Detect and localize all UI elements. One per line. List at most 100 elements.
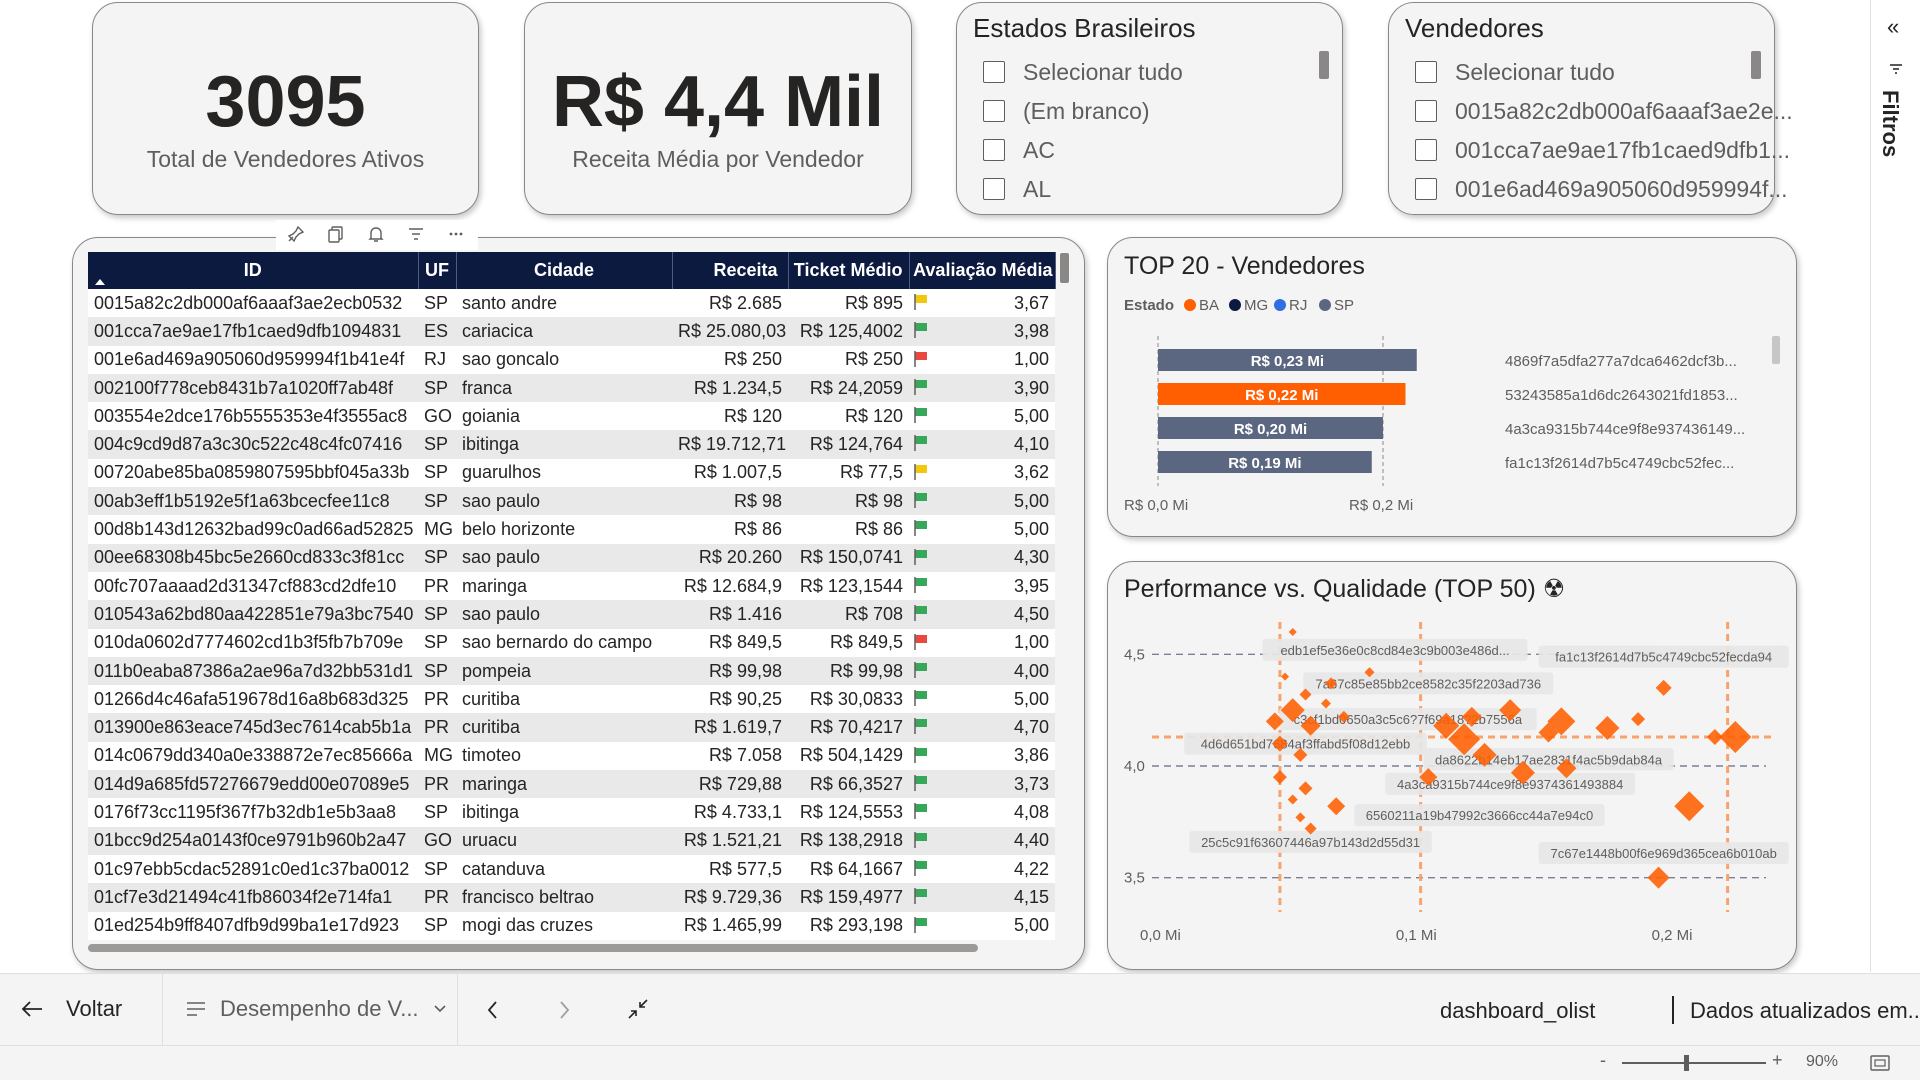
checkbox[interactable] <box>1415 61 1437 83</box>
cell-uf: MG <box>418 741 456 771</box>
column-header-avaliacao-media[interactable]: Avaliação Média <box>909 252 1056 289</box>
table-horizontal-scrollbar[interactable] <box>88 944 978 952</box>
table-row[interactable]: 004c9cd9d87a3c30c522c48c4fc07416 SP ibitin… <box>88 430 1055 459</box>
bell-icon[interactable] <box>356 220 396 248</box>
cell-avaliacao: 4,00 <box>909 656 1055 686</box>
slicer-scrollbar[interactable] <box>1319 51 1329 79</box>
chevron-right-icon[interactable] <box>556 1000 572 1020</box>
cell-receita: R$ 7.058 <box>672 741 788 771</box>
filter-icon[interactable] <box>396 220 436 248</box>
cell-id: 01266d4c46afa519678d16a8b683d325 <box>88 685 418 714</box>
zoom-out-button[interactable]: - <box>1600 1050 1606 1071</box>
avaliacao-value: 3,98 <box>1013 320 1049 341</box>
chevron-left-icon[interactable] <box>485 1000 501 1020</box>
legend-marker <box>1184 299 1196 311</box>
checkbox[interactable] <box>983 178 1005 200</box>
more-options-icon[interactable] <box>436 220 476 248</box>
column-header-cidade[interactable]: Cidade <box>456 252 673 289</box>
table-row[interactable]: 0176f73cc1195f367f7b32db1e5b3aa8 SP ibitin… <box>88 798 1055 827</box>
data-updated-label[interactable]: Dados atualizados em... <box>1690 998 1920 1024</box>
page-selector[interactable]: Desempenho de V... <box>186 984 447 1034</box>
slicer-option[interactable]: 0015a82c2db000af6aaaf3ae2e... <box>1415 96 1793 126</box>
table-row[interactable]: 002100f778ceb8431b7a1020ff7ab48f SP franca… <box>88 373 1055 403</box>
checkbox[interactable] <box>1415 139 1437 161</box>
table-row[interactable]: 01266d4c46afa519678d16a8b683d325 PR curiti… <box>88 685 1055 714</box>
table-row[interactable]: 003554e2dce176b5555353e4f3555ac8 GO goiani… <box>88 402 1055 431</box>
category-label: 4869f7a5dfa277a7dca6462dcf3b... <box>1505 353 1737 370</box>
fit-to-page-icon[interactable] <box>1870 1054 1890 1072</box>
zoom-slider-thumb[interactable] <box>1684 1055 1689 1071</box>
avaliacao-value: 3,86 <box>1013 745 1049 766</box>
slicer-option[interactable]: 001cca7ae9ae17fb1caed9dfb1... <box>1415 135 1790 165</box>
table-row[interactable]: 00ab3eff1b5192e5f1a63bcecfee11c8 SP sao pa… <box>88 487 1055 516</box>
table-row[interactable]: 01bcc9d254a0143f0ce9791b960b2a47 GO uruacu… <box>88 826 1055 855</box>
x-tick-label: 0,0 Mi <box>1140 927 1181 944</box>
slicer-vendedores: Vendedores Selecionar tudo 0015a82c2db00… <box>1388 2 1793 215</box>
filters-label[interactable]: Filtros <box>1877 90 1903 157</box>
slicer-option-select-all[interactable]: Selecionar tudo <box>1415 57 1615 87</box>
slicer-option-select-all[interactable]: Selecionar tudo <box>983 57 1183 87</box>
filters-pane[interactable]: « Filtros <box>1870 0 1920 972</box>
top20-chart-card: TOP 20 - Vendedores Estado BA MG RJ SP R$ 0,0… <box>1107 237 1797 537</box>
table-row[interactable]: 01c97ebb5cdac52891c0ed1c37ba0012 SP catand… <box>88 854 1055 884</box>
table-row[interactable]: 00fc707aaaad2d31347cf883cd2dfe10 PR maring… <box>88 571 1055 601</box>
bottom-navigation-bar: Voltar Desempenho de V... dashboard_olis… <box>0 973 1920 1046</box>
slicer-scrollbar[interactable] <box>1751 51 1761 79</box>
zoom-level[interactable]: 90% <box>1806 1053 1838 1071</box>
collapse-icon[interactable]: « <box>1887 14 1899 40</box>
scatter-plot[interactable]: 3,5 4,0 4,5 0,0 Mi 0,1 Mi 0,2 Mi edb1ef5e36e0c… <box>1108 562 1798 971</box>
table-row[interactable]: 011b0eaba87386a2ae96a7d32bb531d1 SP pompei… <box>88 656 1055 686</box>
table-row[interactable]: 01cf7e3d21494c41fb86034f2e714fa1 PR franci… <box>88 883 1055 912</box>
slicer-option[interactable]: AC <box>983 135 1055 165</box>
slicer-option[interactable]: (Em branco) <box>983 96 1150 126</box>
zoom-slider[interactable] <box>1622 1055 1766 1071</box>
table-row[interactable]: 014d9a685fd57276679edd00e07089e5 PR maring… <box>88 770 1055 799</box>
flag-icon <box>914 492 927 509</box>
table-row[interactable]: 010543a62bd80aa422851e79a3bc7540 SP sao pa… <box>88 600 1055 629</box>
back-button[interactable]: Voltar <box>20 984 122 1034</box>
table-row[interactable]: 00d8b143d12632bad99c0ad66ad52825 MG belo h… <box>88 515 1055 544</box>
cell-id: 002100f778ceb8431b7a1020ff7ab48f <box>88 373 418 403</box>
cell-cidade: ibitinga <box>456 430 672 459</box>
annotation-label: 7c67e1448b00f6e969d365cea6b010ab <box>1551 846 1777 861</box>
table-row[interactable]: 013900e863eace745d3ec7614cab5b1a PR curiti… <box>88 713 1055 742</box>
cell-receita: R$ 1.521,21 <box>672 826 788 855</box>
cell-cidade: franca <box>456 373 672 403</box>
cell-cidade: ibitinga <box>456 798 672 827</box>
table-row[interactable]: 001e6ad469a905060d959994f1b41e4f RJ sao go… <box>88 345 1055 374</box>
table-row[interactable]: 00720abe85ba0859807595bbf045a33b SP guarul… <box>88 458 1055 488</box>
table-row[interactable]: 00ee68308b45bc5e2660cd833c3f81cc SP sao pa… <box>88 543 1055 572</box>
cell-uf: SP <box>418 854 456 884</box>
checkbox[interactable] <box>983 139 1005 161</box>
top20-bar-chart[interactable]: Estado BA MG RJ SP R$ 0,0 Mi R$ 0,2 Mi R$ 0,23 … <box>1108 238 1798 538</box>
bar-data-label: R$ 0,22 Mi <box>1245 387 1318 404</box>
cell-cidade: cariacica <box>456 317 672 346</box>
checkbox[interactable] <box>983 61 1005 83</box>
cell-ticket: R$ 708 <box>788 600 909 629</box>
sellers-table[interactable]: ID UF Cidade Receita Ticket Médio Avalia… <box>88 252 1056 940</box>
slicer-option[interactable]: 001e6ad469a905060d959994f... <box>1415 174 1788 204</box>
table-row[interactable]: 0015a82c2db000af6aaaf3ae2ecb0532 SP santo … <box>88 289 1055 318</box>
column-header-ticket-medio[interactable]: Ticket Médio <box>788 252 910 289</box>
cell-receita: R$ 577,5 <box>672 854 788 884</box>
table-row[interactable]: 010da0602d7774602cd1b3f5fb7b709e SP sao be… <box>88 628 1055 657</box>
copy-icon[interactable] <box>316 220 356 248</box>
checkbox[interactable] <box>983 100 1005 122</box>
bar-data-label: R$ 0,20 Mi <box>1234 421 1307 438</box>
collapse-arrows-icon[interactable] <box>627 998 649 1020</box>
table-row[interactable]: 001cca7ae9ae17fb1caed9dfb1094831 ES cariac… <box>88 317 1055 346</box>
table-row[interactable]: 01ed254b9ff8407dfb9d99ba1e17d923 SP mogi d… <box>88 911 1055 940</box>
checkbox[interactable] <box>1415 178 1437 200</box>
slicer-option[interactable]: AL <box>983 174 1051 204</box>
column-header-uf[interactable]: UF <box>418 252 457 289</box>
cell-ticket: R$ 123,1544 <box>788 571 909 601</box>
table-row[interactable]: 014c0679dd340a0e338872e7ec85666a MG timote… <box>88 741 1055 771</box>
cell-ticket: R$ 504,1429 <box>788 741 909 771</box>
zoom-in-button[interactable]: + <box>1772 1050 1783 1071</box>
checkbox[interactable] <box>1415 100 1437 122</box>
table-vertical-scrollbar[interactable] <box>1060 253 1069 283</box>
column-header-id[interactable]: ID <box>88 252 419 289</box>
column-header-receita[interactable]: Receita <box>672 252 789 289</box>
avaliacao-value: 4,08 <box>1013 801 1049 822</box>
pin-icon[interactable] <box>276 220 316 248</box>
